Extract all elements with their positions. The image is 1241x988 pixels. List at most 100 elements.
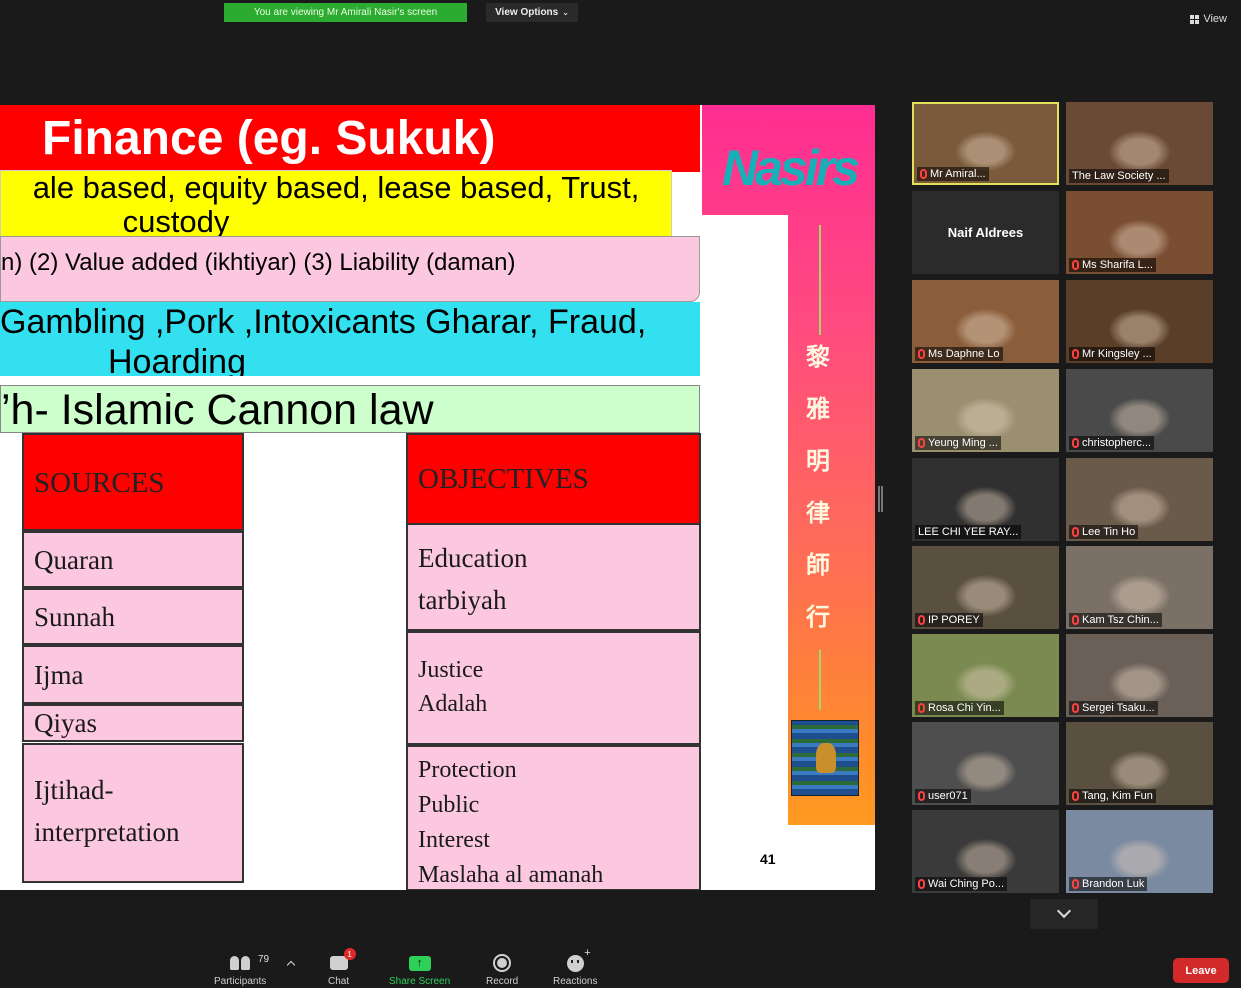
participant-tile[interactable]: Wai Ching Po... — [912, 810, 1059, 893]
participant-name: Wai Ching Po... — [928, 878, 1005, 890]
participant-name-tag: Brandon Luk — [1069, 877, 1148, 891]
record-icon — [493, 954, 512, 972]
slide-green-band: ’h- Islamic Cannon law — [0, 385, 700, 433]
participant-name: IP POREY — [928, 614, 980, 626]
objective-education: Education tarbiyah — [406, 523, 701, 631]
participant-name: Mr Kingsley ... — [1082, 348, 1152, 360]
muted-mic-icon — [1072, 527, 1079, 537]
chat-button[interactable]: 1 Chat — [328, 948, 356, 987]
source-item: Quaran — [22, 531, 244, 588]
view-options-button[interactable]: View Options ⌄ — [486, 3, 578, 22]
viewing-screen-banner: You are viewing Mr Amirali Nasir's scree… — [224, 3, 467, 22]
participant-tile[interactable]: Mr Kingsley ... — [1066, 280, 1213, 363]
education-line-2: tarbiyah — [418, 585, 507, 615]
participant-name-tag: Sergei Tsaku... — [1069, 701, 1158, 715]
participant-tile[interactable]: IP POREY — [912, 546, 1059, 629]
cyan-line-2: Hoarding — [108, 343, 246, 376]
participant-name: Kam Tsz Chin... — [1082, 614, 1159, 626]
record-button[interactable]: Record — [486, 950, 518, 987]
muted-mic-icon — [918, 791, 925, 801]
participant-tile[interactable]: user071 — [912, 722, 1059, 805]
slide-title: Finance (eg. Sukuk) — [0, 105, 700, 172]
participant-tile[interactable]: Brandon Luk — [1066, 810, 1213, 893]
participant-name-tag: christopherc... — [1069, 436, 1155, 450]
education-line-1: Education — [418, 543, 528, 573]
muted-mic-icon — [918, 703, 925, 713]
reactions-button[interactable]: Reactions — [553, 947, 598, 988]
muted-mic-icon — [918, 615, 925, 625]
participant-name-tag: Yeung Ming ... — [915, 436, 1001, 450]
reactions-icon — [566, 947, 591, 972]
view-layout-button[interactable]: View — [1190, 13, 1227, 25]
reactions-label: Reactions — [553, 976, 598, 987]
ijtihad-line-1: Ijtihad- — [34, 775, 114, 805]
participant-name: The Law Society ... — [1072, 170, 1166, 182]
chinese-char: 行 — [806, 602, 830, 631]
source-item-ijtihad: Ijtihad- interpretation — [22, 743, 244, 883]
participant-tile[interactable]: Lee Tin Ho — [1066, 458, 1213, 541]
participant-name-tag: The Law Society ... — [1069, 169, 1169, 183]
participant-name: Lee Tin Ho — [1082, 526, 1136, 538]
participant-name-tag: Tang, Kim Fun — [1069, 789, 1156, 803]
muted-mic-icon — [918, 879, 925, 889]
participant-name: user071 — [928, 790, 968, 802]
participant-tile[interactable]: Naif Aldrees — [912, 191, 1059, 274]
ijtihad-line-2: interpretation — [34, 817, 180, 847]
participant-tile[interactable]: christopherc... — [1066, 369, 1213, 452]
participant-tile[interactable]: Mr Amiral... — [912, 102, 1059, 185]
protection-line-1: Protection — [418, 757, 517, 783]
protection-line-4: Maslaha al amanah — [418, 862, 604, 888]
chevron-down-icon: ⌄ — [562, 8, 569, 17]
participant-tile[interactable]: Yeung Ming ... — [912, 369, 1059, 452]
source-item: Ijma — [22, 645, 244, 704]
firm-chinese-name: 黎 雅 明 律 師 行 — [806, 345, 830, 629]
muted-mic-icon — [1072, 349, 1079, 359]
participant-name: Ms Daphne Lo — [928, 348, 1000, 360]
participant-tile[interactable]: Tang, Kim Fun — [1066, 722, 1213, 805]
participant-tile[interactable]: LEE CHI YEE RAY... — [912, 458, 1059, 541]
muted-mic-icon — [1072, 615, 1079, 625]
chinese-char: 明 — [806, 446, 830, 475]
participant-name: Mr Amiral... — [930, 168, 986, 180]
panel-resize-handle[interactable] — [878, 486, 883, 512]
yellow-line-1: ale based, equity based, lease based, Tr… — [32, 170, 640, 205]
chinese-char: 師 — [806, 550, 830, 579]
view-layout-label: View — [1203, 13, 1227, 25]
protection-line-2: Public — [418, 792, 480, 818]
objective-protection: Protection Public Interest Maslaha al am… — [406, 745, 701, 890]
participants-menu-caret-icon[interactable] — [286, 960, 296, 970]
source-item: Sunnah — [22, 588, 244, 645]
participant-name: Rosa Chi Yin... — [928, 702, 1001, 714]
participant-tile[interactable]: Kam Tsz Chin... — [1066, 546, 1213, 629]
chat-unread-badge: 1 — [343, 948, 356, 960]
participant-name-tag: user071 — [915, 789, 971, 803]
share-screen-button[interactable]: ↑ Share Screen — [389, 950, 450, 987]
participant-tile[interactable]: Rosa Chi Yin... — [912, 634, 1059, 717]
participant-name-tag: LEE CHI YEE RAY... — [915, 525, 1022, 539]
participant-name-center: Naif Aldrees — [947, 225, 1024, 240]
slide-yellow-band: ale based, equity based, lease based, Tr… — [0, 170, 672, 238]
slide-page-number: 41 — [760, 851, 776, 867]
participant-name-tag: Wai Ching Po... — [915, 877, 1008, 891]
participant-tile[interactable]: Sergei Tsaku... — [1066, 634, 1213, 717]
participant-name: Ms Sharifa L... — [1082, 259, 1153, 271]
gallery-next-page-button[interactable] — [1030, 899, 1098, 929]
participant-tile[interactable]: Ms Daphne Lo — [912, 280, 1059, 363]
share-screen-label: Share Screen — [389, 976, 451, 987]
chat-icon: 1 — [329, 948, 356, 970]
crest-icon — [791, 720, 859, 796]
participant-name-tag: Ms Sharifa L... — [1069, 258, 1156, 272]
leave-meeting-button[interactable]: Leave — [1173, 958, 1229, 983]
chinese-char: 黎 — [806, 342, 830, 371]
participants-icon — [230, 956, 251, 970]
cyan-line-1: Gambling ,Pork ,Intoxicants Gharar, Frau… — [0, 303, 647, 341]
muted-mic-icon — [1072, 260, 1079, 270]
participant-name-tag: Lee Tin Ho — [1069, 525, 1139, 539]
participant-tile[interactable]: The Law Society ... — [1066, 102, 1213, 185]
participant-name: christopherc... — [1082, 437, 1152, 449]
participant-tile[interactable]: Ms Sharifa L... — [1066, 191, 1213, 274]
muted-mic-icon — [918, 349, 925, 359]
participants-label: Participants — [214, 976, 267, 987]
chinese-char: 律 — [806, 498, 830, 527]
chevron-down-icon — [1056, 903, 1072, 919]
